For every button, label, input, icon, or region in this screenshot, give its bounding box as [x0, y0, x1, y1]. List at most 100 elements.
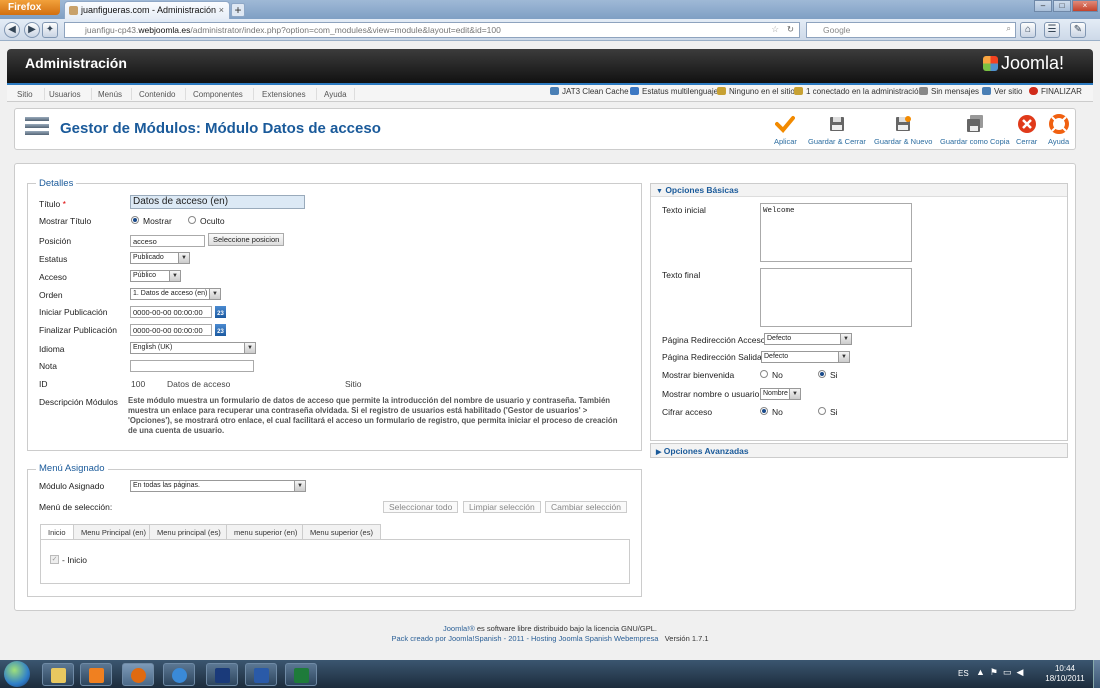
credits-link[interactable]: Pack creado por Joomla!Spanish - 2011 - … — [392, 634, 659, 643]
apply-label: Aplicar — [774, 137, 797, 146]
save-close-button[interactable]: Guardar & Cerrar — [808, 114, 866, 146]
version-text: Versión 1.7.1 — [664, 634, 709, 643]
module-assignment-select[interactable]: En todas las páginas. ▼ — [130, 480, 306, 492]
status-multilanguage[interactable]: Estatus multilenguaje — [630, 87, 718, 96]
license-text: es software libre distribuido bajo la li… — [476, 624, 657, 633]
tab-menu-principal-en[interactable]: Menu Principal (en) — [73, 524, 155, 539]
title-input[interactable]: Datos de acceso (en) — [130, 195, 305, 209]
logout-redirect-select[interactable]: Defecto ▼ — [761, 351, 850, 363]
status-logout[interactable]: FINALIZAR — [1029, 87, 1082, 96]
show-title-radio-hide[interactable] — [188, 216, 196, 224]
taskbar-app-firefox[interactable] — [122, 663, 154, 686]
check-icon — [775, 114, 796, 134]
encrypt-login-label: Cifrar acceso — [662, 407, 713, 417]
show-option-label: Mostrar — [143, 216, 172, 226]
tab-menu-principal-es[interactable]: Menu principal (es) — [149, 524, 229, 539]
menu-item-componentes[interactable]: Componentes — [193, 90, 243, 99]
taskbar-app-network[interactable] — [245, 663, 277, 686]
intro-text-textarea[interactable]: Welcome — [760, 203, 912, 262]
status-view-site[interactable]: Ver sitio — [982, 87, 1022, 96]
show-desktop-button[interactable] — [1093, 660, 1100, 688]
note-input[interactable] — [130, 360, 254, 372]
taskbar-clock[interactable]: 10:44 18/10/2011 — [1040, 664, 1090, 684]
select-position-button[interactable]: Seleccione posicion — [208, 233, 285, 246]
search-input[interactable]: Google ⌕ — [806, 22, 1016, 38]
home-icon[interactable]: ⌂ — [1020, 22, 1036, 38]
reload-icon[interactable]: ↻ — [787, 24, 794, 35]
status-select[interactable]: Publicado ▼ — [130, 252, 190, 264]
encrypt-radio-no[interactable] — [760, 407, 768, 415]
close-button[interactable]: Cerrar — [1016, 114, 1037, 146]
toggle-selection-button[interactable]: Cambiar selección — [545, 501, 627, 513]
search-icon[interactable]: ⌕ — [1006, 23, 1011, 34]
status-messages[interactable]: Sin mensajes — [919, 87, 979, 96]
menu-item-extensiones[interactable]: Extensiones — [262, 90, 306, 99]
tab-menu-superior-en[interactable]: menu superior (en) — [226, 524, 306, 539]
help-icon — [1048, 114, 1069, 134]
select-all-button[interactable]: Seleccionar todo — [383, 501, 459, 513]
calendar-icon[interactable]: 23 — [215, 306, 226, 318]
admin-header — [7, 49, 1093, 83]
encrypt-radio-yes[interactable] — [818, 407, 826, 415]
tab-inicio[interactable]: Inicio — [40, 524, 74, 539]
back-icon[interactable]: ◀ — [4, 22, 20, 38]
intro-text-label: Texto inicial — [662, 205, 706, 215]
menu-item-usuarios[interactable]: Usuarios — [49, 90, 81, 99]
window-close-icon[interactable]: × — [1072, 0, 1098, 12]
position-input[interactable]: acceso — [130, 235, 205, 247]
start-button[interactable] — [4, 661, 30, 687]
maximize-icon[interactable]: □ — [1053, 0, 1071, 12]
title-label-text: Título — [39, 199, 61, 209]
language-select[interactable]: English (UK) ▼ — [130, 342, 256, 354]
tray-icons[interactable]: ▲⚑▭◀ — [976, 667, 1028, 678]
logout-redirect-value: Defecto — [764, 353, 789, 360]
minimize-icon[interactable]: – — [1034, 0, 1052, 12]
save-new-button[interactable]: Guardar & Nuevo — [874, 114, 932, 146]
help-button[interactable]: Ayuda — [1048, 114, 1069, 146]
bookmarks-icon[interactable]: ☰ — [1044, 22, 1060, 38]
tools-icon[interactable]: ✎ — [1070, 22, 1086, 38]
new-tab-button[interactable]: + — [231, 3, 245, 17]
menu-divider — [316, 88, 317, 100]
access-select[interactable]: Público ▼ — [130, 270, 181, 282]
basic-options-title[interactable]: ▼ Opciones Básicas — [656, 185, 739, 195]
show-title-radio-show[interactable] — [131, 216, 139, 224]
status-jat3-cache[interactable]: JAT3 Clean Cache — [550, 87, 629, 96]
forward-icon[interactable]: ▶ — [24, 22, 40, 38]
publish-start-input[interactable]: 0000-00-00 00:00:00 — [130, 306, 212, 318]
taskbar-app-photoshop[interactable] — [206, 663, 238, 686]
bookmark-star-icon[interactable]: ☆ — [771, 24, 779, 35]
final-text-textarea[interactable] — [760, 268, 912, 327]
order-label: Orden — [39, 290, 63, 300]
firefox-menu-button[interactable]: Firefox — [0, 0, 60, 15]
clear-selection-button[interactable]: Limpiar selección — [463, 501, 541, 513]
tab-menu-superior-es[interactable]: Menu superior (es) — [302, 524, 381, 539]
browser-tab[interactable]: juanfigueras.com - Administración × — [64, 1, 230, 19]
publish-end-input[interactable]: 0000-00-00 00:00:00 — [130, 324, 212, 336]
menu-item-menus[interactable]: Menús — [98, 90, 122, 99]
taskbar-app-ie[interactable] — [163, 663, 195, 686]
apply-button[interactable]: Aplicar — [774, 114, 797, 146]
greeting-radio-no[interactable] — [760, 370, 768, 378]
language-indicator[interactable]: ES — [958, 669, 969, 678]
taskbar-app-media[interactable] — [80, 663, 112, 686]
taskbar-app-explorer[interactable] — [42, 663, 74, 686]
save-copy-button[interactable]: Guardar como Copia — [940, 114, 1010, 146]
site-identity-icon[interactable]: ✦ — [42, 22, 58, 38]
menu-item-ayuda[interactable]: Ayuda — [324, 90, 347, 99]
name-username-select[interactable]: Nombre ▼ — [760, 388, 801, 400]
greeting-radio-yes[interactable] — [818, 370, 826, 378]
advanced-options-title[interactable]: ▶ Opciones Avanzadas — [656, 446, 749, 456]
help-label: Ayuda — [1048, 137, 1070, 146]
menu-item-checkbox[interactable]: ✓ — [50, 555, 59, 564]
name-username-value: Nombre — [763, 390, 788, 397]
taskbar-app-excel[interactable] — [285, 663, 317, 686]
order-select[interactable]: 1. Datos de acceso (en) ▼ — [130, 288, 221, 300]
calendar-icon[interactable]: 23 — [215, 324, 226, 336]
menu-item-sitio[interactable]: Sitio — [17, 90, 33, 99]
tab-close-icon[interactable]: × — [219, 5, 224, 15]
url-input[interactable]: juanfigu-cp43.webjoomla.es/administrator… — [64, 22, 800, 38]
joomla-link[interactable]: Joomla!® — [443, 624, 475, 633]
login-redirect-select[interactable]: Defecto ▼ — [764, 333, 852, 345]
menu-item-contenido[interactable]: Contenido — [139, 90, 175, 99]
